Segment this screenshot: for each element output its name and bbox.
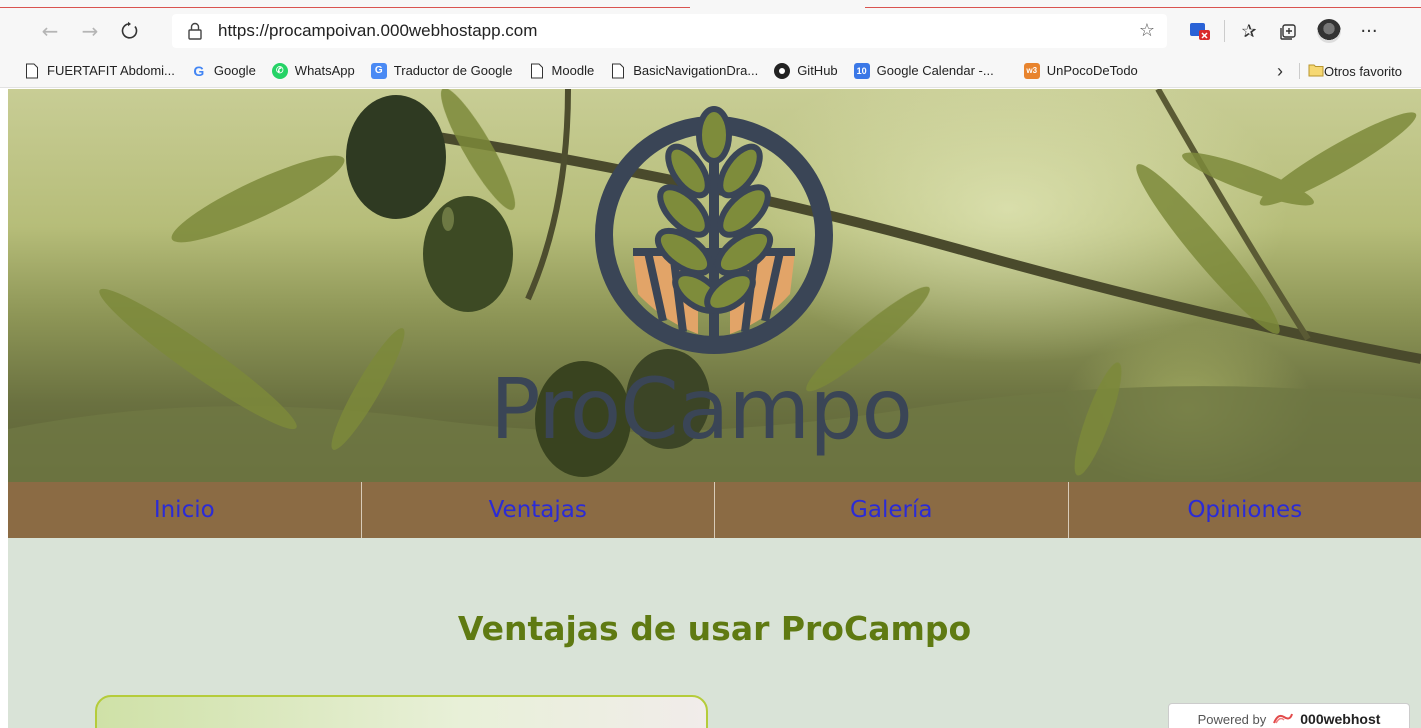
bookmark-label: Traductor de Google bbox=[393, 63, 513, 78]
bookmark-moodle[interactable]: Moodle bbox=[521, 57, 603, 85]
main-menu: Inicio Ventajas Galería Opiniones bbox=[8, 482, 1421, 538]
bookmark-basicnavigation[interactable]: BasicNavigationDra... bbox=[602, 57, 766, 85]
toolbar-separator bbox=[1224, 20, 1225, 42]
toolbar-extensions: ✰ ··· bbox=[1180, 14, 1389, 48]
bookmark-whatsapp[interactable]: ✆ WhatsApp bbox=[264, 57, 363, 85]
menu-item-opiniones[interactable]: Opiniones bbox=[1069, 482, 1421, 538]
bookmark-label: BasicNavigationDra... bbox=[633, 63, 759, 78]
bookmark-google[interactable]: G Google bbox=[183, 57, 264, 85]
bookmarks-bar: FUERTAFIT Abdomi... G Google ✆ WhatsApp … bbox=[0, 54, 1421, 88]
forward-icon[interactable]: → bbox=[70, 15, 110, 47]
menu-item-galeria[interactable]: Galería bbox=[715, 482, 1069, 538]
extension-icon[interactable] bbox=[1180, 14, 1220, 48]
refresh-icon[interactable] bbox=[110, 15, 150, 47]
google-translate-icon: G bbox=[370, 62, 387, 79]
tab-strip bbox=[0, 0, 1421, 8]
github-icon bbox=[774, 62, 791, 79]
lock-icon[interactable] bbox=[184, 20, 206, 42]
bookmark-label: WhatsApp bbox=[294, 63, 355, 78]
profile-avatar[interactable] bbox=[1309, 14, 1349, 48]
w3schools-icon: w3 bbox=[1023, 62, 1040, 79]
bookmark-label: UnPocoDeTodo bbox=[1046, 63, 1138, 78]
hero-banner: ProCampo bbox=[8, 89, 1421, 482]
bookmark-google-calendar[interactable]: 10 Google Calendar -... bbox=[846, 57, 1002, 85]
powered-by-badge[interactable]: Powered by 000webhost bbox=[1168, 703, 1410, 728]
page-icon bbox=[610, 63, 626, 79]
other-favorites-folder[interactable]: Otros favorito bbox=[1308, 57, 1402, 85]
advantage-card-image bbox=[95, 695, 708, 728]
000webhost-logo-icon bbox=[1272, 711, 1294, 728]
folder-icon bbox=[1308, 63, 1324, 80]
browser-toolbar: ← → https://procampoivan.000webhostapp.c… bbox=[0, 8, 1421, 54]
bookmark-label: Google bbox=[213, 63, 256, 78]
page-icon bbox=[529, 63, 545, 79]
bookmark-unpocodetodo[interactable]: w3 UnPocoDeTodo bbox=[1016, 57, 1146, 85]
more-options-icon[interactable]: ··· bbox=[1349, 14, 1389, 48]
bookmark-label: Google Calendar -... bbox=[876, 63, 994, 78]
web-page: ProCampo Inicio Ventajas Galería Opinion… bbox=[8, 89, 1421, 728]
other-favorites-label: Otros favorito bbox=[1324, 63, 1403, 79]
bookmark-github[interactable]: GitHub bbox=[766, 57, 845, 85]
favorite-star-icon[interactable]: ☆ bbox=[1137, 21, 1157, 41]
brand-name: ProCampo bbox=[490, 360, 913, 458]
bookmark-label: FUERTAFIT Abdomi... bbox=[47, 63, 175, 78]
page-icon bbox=[24, 63, 40, 79]
url-text[interactable]: https://procampoivan.000webhostapp.com bbox=[218, 21, 537, 41]
favorites-list-icon[interactable]: ✰ bbox=[1229, 14, 1269, 48]
bookmark-fuertafit[interactable]: FUERTAFIT Abdomi... bbox=[16, 57, 183, 85]
bookmark-label: GitHub bbox=[797, 63, 838, 78]
collections-icon[interactable] bbox=[1269, 14, 1309, 48]
whatsapp-icon: ✆ bbox=[271, 62, 288, 79]
chevron-right-icon[interactable]: › bbox=[1268, 57, 1292, 85]
address-bar[interactable]: https://procampoivan.000webhostapp.com ☆ bbox=[172, 14, 1167, 48]
section-title: Ventajas de usar ProCampo bbox=[457, 609, 972, 648]
powered-by-label: Powered by bbox=[1197, 711, 1267, 727]
google-calendar-icon: 10 bbox=[853, 62, 870, 79]
bookmarks-separator bbox=[1299, 63, 1300, 79]
menu-item-inicio[interactable]: Inicio bbox=[8, 482, 362, 538]
google-icon: G bbox=[193, 62, 205, 79]
bookmark-label: Moodle bbox=[551, 63, 595, 78]
powered-by-brand: 000webhost bbox=[1300, 711, 1381, 727]
bookmark-translate[interactable]: G Traductor de Google bbox=[363, 57, 521, 85]
menu-item-ventajas[interactable]: Ventajas bbox=[362, 482, 715, 538]
back-icon[interactable]: ← bbox=[30, 15, 70, 47]
